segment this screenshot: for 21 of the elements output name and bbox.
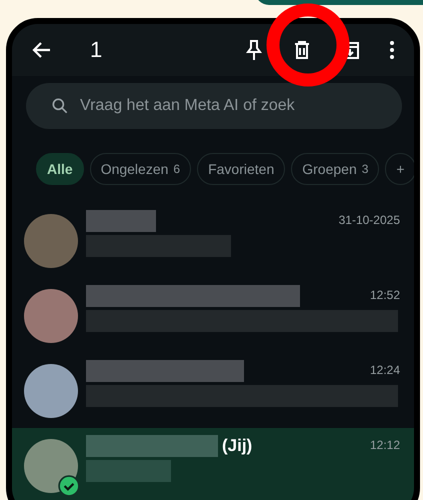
filter-chip[interactable]: Alle: [36, 153, 84, 185]
search-icon: [50, 96, 70, 116]
self-label: (Jij): [222, 436, 252, 456]
redacted-name: [86, 210, 156, 232]
filter-chip[interactable]: Favorieten: [197, 153, 286, 185]
unread-count: 3: [362, 162, 368, 176]
filter-chip[interactable]: Ongelezen 6: [90, 153, 192, 185]
chat-row[interactable]: 12:24: [12, 353, 414, 428]
chat-time: 12:24: [370, 363, 400, 377]
chat-row[interactable]: 12:52: [12, 278, 414, 353]
chat-time: 12:52: [370, 288, 400, 302]
chat-time: 31-10-2025: [338, 213, 400, 227]
chat-time: 12:12: [370, 438, 400, 452]
search-field[interactable]: Vraag het aan Meta AI of zoek: [26, 83, 402, 129]
filter-chip[interactable]: +: [385, 153, 414, 185]
unread-count: 6: [173, 162, 180, 176]
chat-row[interactable]: (Jij) 12:12: [12, 428, 414, 500]
selected-count: 1: [90, 37, 102, 63]
filter-chip[interactable]: Groepen 3: [291, 153, 380, 185]
chat-row[interactable]: 31-10-2025: [12, 203, 414, 278]
check-icon: [58, 474, 80, 496]
